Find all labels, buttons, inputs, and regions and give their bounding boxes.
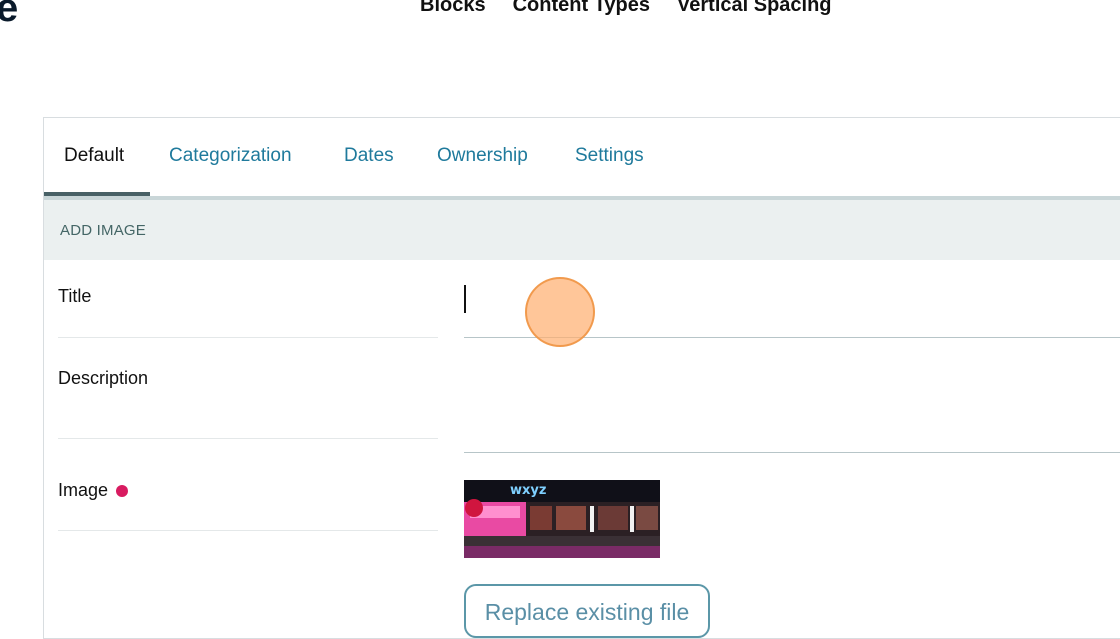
image-label-text: Image [58,480,109,500]
thumbnail-sign-text: wxyz [510,483,546,498]
top-navigation: Blocks Content Types Vertical Spacing [420,0,832,17]
text-caret [464,285,466,313]
nav-item-vertical-spacing[interactable]: Vertical Spacing [677,0,832,17]
nav-item-blocks[interactable]: Blocks [420,0,486,17]
section-title: ADD IMAGE [60,222,146,239]
add-image-form-panel: Default Categorization Dates Ownership S… [43,117,1120,639]
tab-settings[interactable]: Settings [575,118,644,196]
click-indicator [525,277,595,347]
section-header: ADD IMAGE [44,200,1120,260]
row-divider [58,530,438,531]
tab-dates[interactable]: Dates [344,118,394,196]
active-tab-indicator [44,192,150,196]
site-logo-fragment: e [0,0,19,30]
image-thumbnail: wxyz [464,480,660,558]
title-label: Title [58,286,92,306]
replace-file-button[interactable]: Replace existing file [464,584,710,638]
nav-item-content-types[interactable]: Content Types [513,0,650,17]
tab-bar: Default Categorization Dates Ownership S… [44,118,1120,200]
tab-ownership[interactable]: Ownership [437,118,528,196]
row-divider [58,438,438,439]
description-input[interactable] [464,452,1120,453]
description-label: Description [58,368,149,388]
image-label: Image [58,480,129,501]
required-indicator-icon [116,485,129,498]
row-divider [58,337,438,338]
tab-categorization[interactable]: Categorization [169,118,292,196]
tab-default[interactable]: Default [64,118,124,196]
